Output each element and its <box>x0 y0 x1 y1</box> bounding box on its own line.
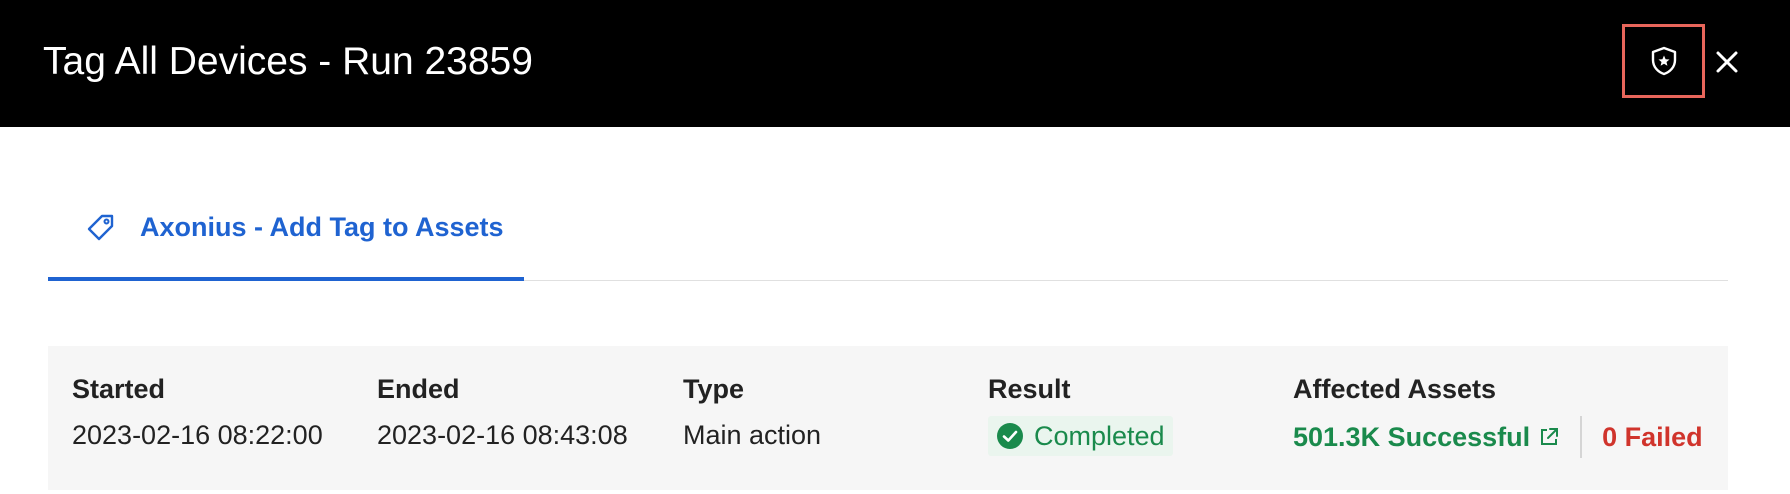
ended-label: Ended <box>377 374 460 404</box>
status-badge: Completed <box>988 416 1173 456</box>
affected-assets-row: 501.3K Successful 0 Failed <box>1293 416 1703 458</box>
close-button[interactable] <box>1712 47 1742 77</box>
active-tab-indicator <box>48 277 524 281</box>
tag-icon <box>87 214 114 241</box>
tabs-divider <box>524 280 1728 281</box>
affected-assets-column: Affected Assets 501.3K Successful 0 Fail… <box>1293 372 1703 458</box>
ended-value: 2023-02-16 08:43:08 <box>377 420 628 450</box>
type-label: Type <box>683 374 745 404</box>
drawer-title: Tag All Devices - Run 23859 <box>43 40 533 83</box>
divider <box>1580 416 1583 458</box>
status-text: Completed <box>1034 421 1165 451</box>
started-column: Started 2023-02-16 08:22:00 <box>72 372 323 452</box>
affected-assets-label: Affected Assets <box>1293 374 1497 404</box>
shield-button[interactable] <box>1622 24 1705 98</box>
shield-star-icon <box>1651 46 1676 76</box>
drawer-header: Tag All Devices - Run 23859 <box>0 0 1790 127</box>
started-value: 2023-02-16 08:22:00 <box>72 420 323 450</box>
external-link-icon[interactable] <box>1538 426 1560 448</box>
ended-column: Ended 2023-02-16 08:43:08 <box>377 372 628 452</box>
check-circle-icon <box>997 423 1023 449</box>
started-label: Started <box>72 374 166 404</box>
type-column: Type Main action <box>683 372 821 452</box>
tab-label: Axonius - Add Tag to Assets <box>140 212 504 242</box>
type-value: Main action <box>683 420 822 450</box>
run-summary-panel: Started 2023-02-16 08:22:00 Ended 2023-0… <box>48 346 1728 490</box>
successful-assets-link[interactable]: 501.3K Successful <box>1293 420 1530 454</box>
result-label: Result <box>988 374 1071 404</box>
failed-assets-count: 0 Failed <box>1602 422 1703 452</box>
close-icon <box>1716 51 1738 73</box>
tab-add-tag-to-assets[interactable]: Axonius - Add Tag to Assets <box>48 198 524 282</box>
result-column: Result Completed <box>988 372 1173 456</box>
